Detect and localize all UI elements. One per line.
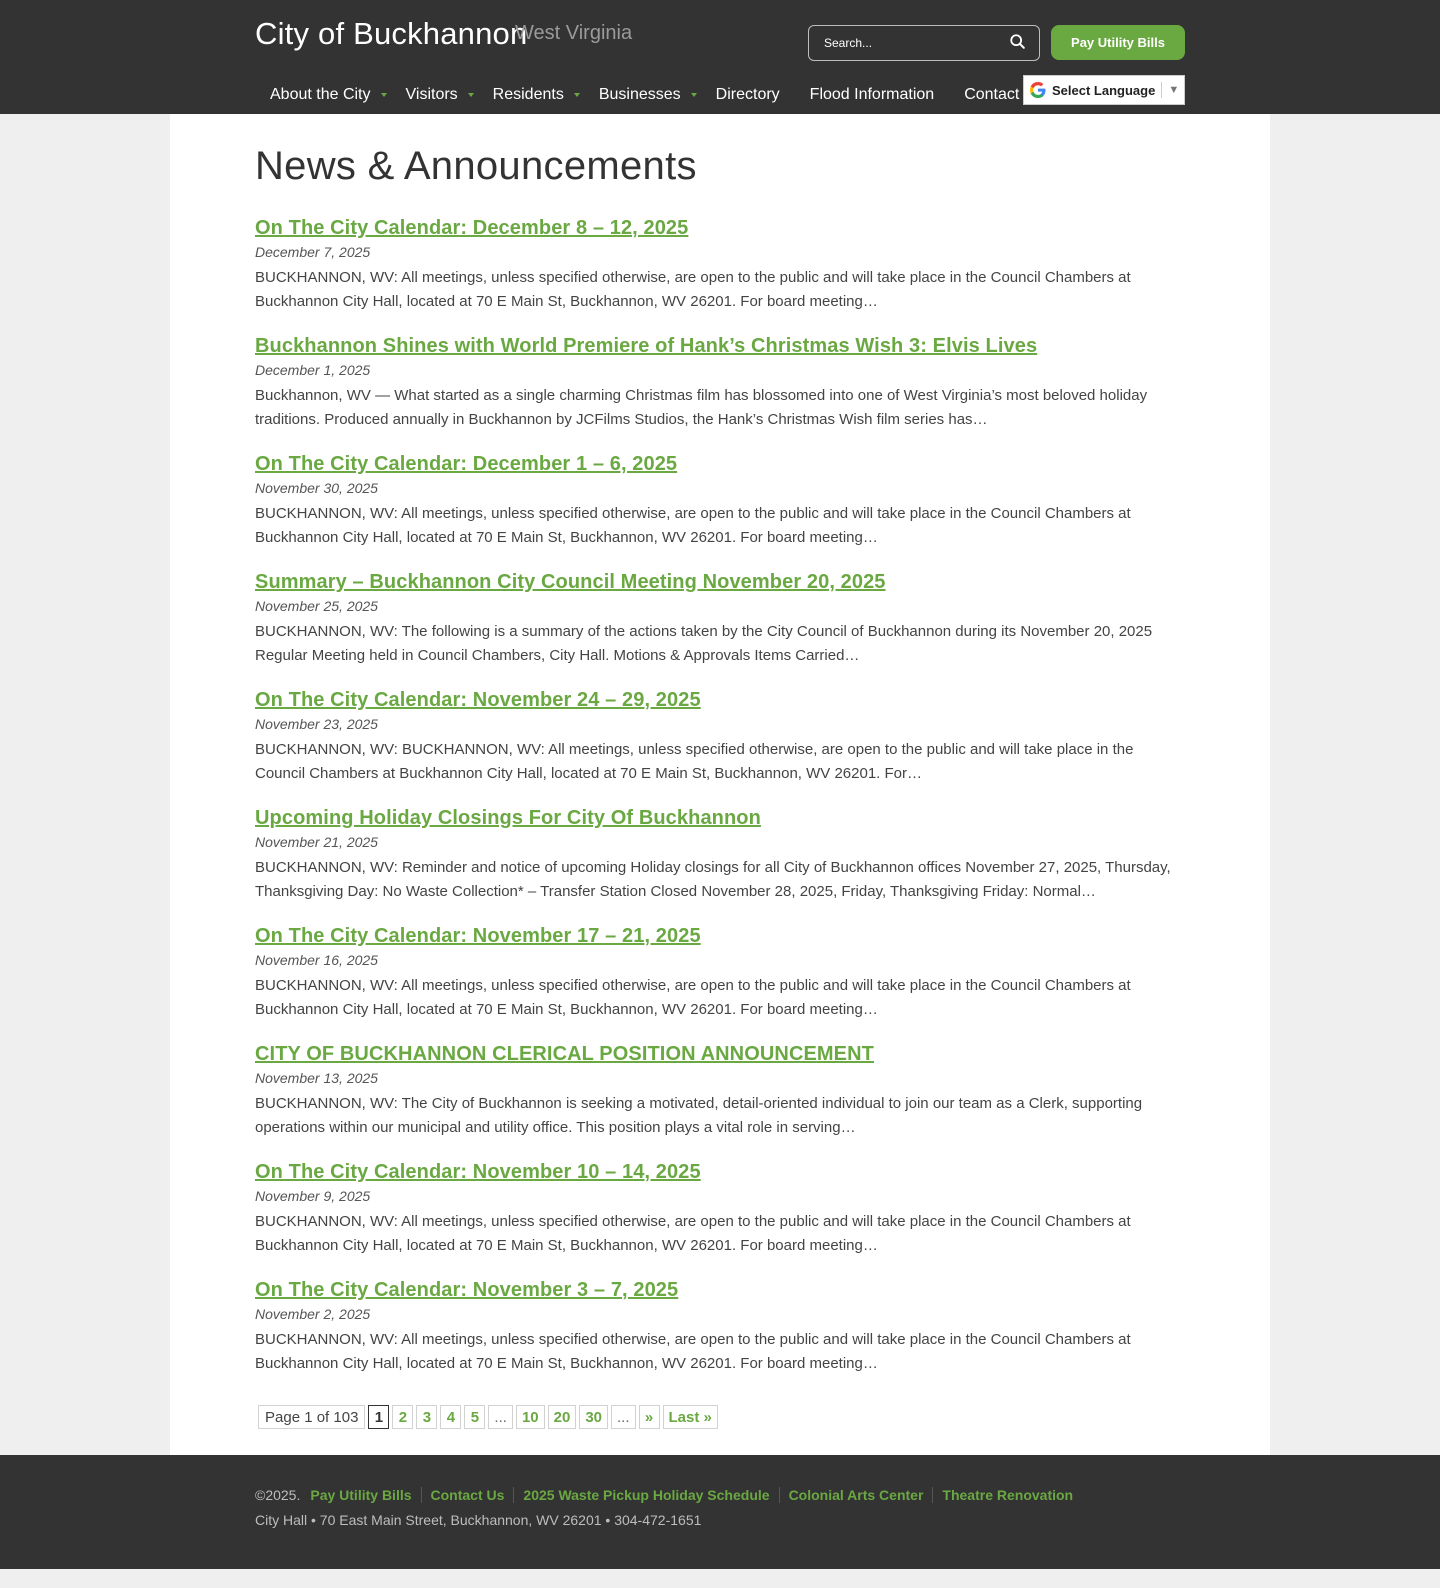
list-item: Summary – Buckhannon City Council Meetin…: [255, 571, 1185, 668]
post-title-link[interactable]: On The City Calendar: November 24 – 29, …: [255, 689, 701, 712]
pagination-ellipsis: ...: [488, 1405, 513, 1429]
copyright: ©2025.: [255, 1487, 301, 1503]
post-date: December 1, 2025: [255, 362, 371, 378]
chevron-down-icon: [467, 93, 474, 97]
post-title-link[interactable]: On The City Calendar: November 10 – 14, …: [255, 1161, 701, 1184]
chevron-down-icon: ▼: [1168, 84, 1180, 96]
site-title[interactable]: City of Buckhannon: [255, 16, 527, 52]
post-title-link[interactable]: On The City Calendar: December 8 – 12, 2…: [255, 217, 688, 240]
pay-utility-bills-button[interactable]: Pay Utility Bills: [1051, 25, 1185, 60]
footer-link-contact-us[interactable]: Contact Us: [420, 1487, 514, 1503]
footer-link-colonial-arts-center[interactable]: Colonial Arts Center: [778, 1487, 933, 1503]
nav-item-label: Flood Information: [809, 86, 935, 103]
post-excerpt: BUCKHANNON, WV: The following is a summa…: [255, 623, 1153, 664]
footer-link-pay-utility-bills[interactable]: Pay Utility Bills: [310, 1487, 420, 1503]
post-excerpt: BUCKHANNON, WV: BUCKHANNON, WV: All meet…: [255, 741, 1134, 782]
post-date: December 7, 2025: [255, 244, 371, 260]
pagination-current-page: 1: [368, 1405, 390, 1429]
list-item: On The City Calendar: November 24 – 29, …: [255, 689, 1185, 786]
search-icon[interactable]: [1009, 33, 1027, 51]
nav-item-visitors[interactable]: Visitors: [401, 80, 488, 106]
divider: [1161, 82, 1163, 98]
google-icon: [1030, 82, 1046, 98]
post-date: November 30, 2025: [255, 480, 378, 496]
pagination-last-button[interactable]: Last »: [662, 1405, 718, 1429]
post-date: November 21, 2025: [255, 834, 378, 850]
pagination-next-button[interactable]: »: [638, 1405, 660, 1429]
chevron-down-icon: [380, 93, 387, 97]
footer-link-waste-pickup-schedule[interactable]: 2025 Waste Pickup Holiday Schedule: [513, 1487, 778, 1503]
main-nav: About the City Visitors Residents Busine…: [255, 80, 1057, 114]
post-excerpt: BUCKHANNON, WV: All meetings, unless spe…: [255, 977, 1131, 1018]
list-item: On The City Calendar: November 3 – 7, 20…: [255, 1279, 1185, 1376]
pagination-ellipsis: ...: [611, 1405, 636, 1429]
header-inner: City of Buckhannon West Virginia Pay Uti…: [255, 0, 1185, 114]
post-excerpt: BUCKHANNON, WV: All meetings, unless spe…: [255, 269, 1131, 310]
post-title-link[interactable]: CITY OF BUCKHANNON CLERICAL POSITION ANN…: [255, 1043, 874, 1066]
search-box: [808, 25, 1040, 61]
pagination-page-10[interactable]: 10: [515, 1405, 545, 1429]
list-item: On The City Calendar: December 8 – 12, 2…: [255, 217, 1185, 314]
list-item: On The City Calendar: November 17 – 21, …: [255, 925, 1185, 1022]
language-selector[interactable]: Select Language ▼: [1023, 75, 1185, 105]
post-title-link[interactable]: On The City Calendar: December 1 – 6, 20…: [255, 453, 677, 476]
pagination-page-30[interactable]: 30: [579, 1405, 608, 1429]
list-item: On The City Calendar: November 10 – 14, …: [255, 1161, 1185, 1258]
nav-item-directory[interactable]: Directory: [711, 80, 794, 106]
post-date: November 23, 2025: [255, 716, 378, 732]
pagination-page-2[interactable]: 2: [392, 1405, 414, 1429]
list-item: On The City Calendar: December 1 – 6, 20…: [255, 453, 1185, 550]
nav-item-label: Directory: [715, 86, 780, 103]
post-excerpt: BUCKHANNON, WV: The City of Buckhannon i…: [255, 1095, 1143, 1136]
post-title-link[interactable]: Upcoming Holiday Closings For City Of Bu…: [255, 807, 761, 830]
page-title: News & Announcements: [255, 144, 697, 188]
list-item: CITY OF BUCKHANNON CLERICAL POSITION ANN…: [255, 1043, 1185, 1140]
search-input[interactable]: [809, 36, 999, 50]
nav-item-label: Businesses: [598, 86, 681, 103]
nav-item-flood-information[interactable]: Flood Information: [794, 80, 949, 106]
list-item: Buckhannon Shines with World Premiere of…: [255, 335, 1185, 432]
footer-address: City Hall • 70 East Main Street, Buckhan…: [255, 1512, 702, 1528]
pagination-page-5[interactable]: 5: [464, 1405, 486, 1429]
nav-item-businesses[interactable]: Businesses: [594, 80, 711, 106]
post-date: November 9, 2025: [255, 1188, 371, 1204]
post-excerpt: BUCKHANNON, WV: All meetings, unless spe…: [255, 1331, 1131, 1372]
chevron-down-icon: [690, 93, 697, 97]
nav-item-residents[interactable]: Residents: [488, 80, 594, 106]
post-excerpt: BUCKHANNON, WV: Reminder and notice of u…: [255, 859, 1171, 900]
site-footer: ©2025. Pay Utility Bills Contact Us 2025…: [0, 1455, 1440, 1569]
post-date: November 25, 2025: [255, 598, 378, 614]
post-date: November 2, 2025: [255, 1306, 371, 1322]
pagination-page-3[interactable]: 3: [416, 1405, 438, 1429]
pagination-info: Page 1 of 103: [258, 1405, 366, 1429]
nav-item-label: Residents: [492, 86, 564, 103]
pagination: Page 1 of 103 1 2 3 4 5 ... 10 20 30 ...…: [255, 1405, 1185, 1429]
main-content: News & Announcements On The City Calenda…: [170, 114, 1270, 1455]
post-date: November 16, 2025: [255, 952, 378, 968]
nav-item-label: Visitors: [405, 86, 458, 103]
post-date: November 13, 2025: [255, 1070, 378, 1086]
footer-links: ©2025. Pay Utility Bills Contact Us 2025…: [255, 1487, 1185, 1503]
chevron-down-icon: [573, 93, 580, 97]
pagination-page-4[interactable]: 4: [440, 1405, 462, 1429]
nav-item-label: About the City: [270, 86, 371, 103]
site-header: City of Buckhannon West Virginia Pay Uti…: [0, 0, 1440, 114]
nav-item-about[interactable]: About the City: [255, 80, 401, 106]
pagination-page-20[interactable]: 20: [547, 1405, 577, 1429]
list-item: Upcoming Holiday Closings For City Of Bu…: [255, 807, 1185, 904]
post-excerpt: BUCKHANNON, WV: All meetings, unless spe…: [255, 505, 1131, 546]
post-title-link[interactable]: On The City Calendar: November 3 – 7, 20…: [255, 1279, 678, 1302]
post-excerpt: Buckhannon, WV — What started as a singl…: [255, 387, 1148, 428]
post-title-link[interactable]: Buckhannon Shines with World Premiere of…: [255, 335, 1037, 358]
footer-inner: ©2025. Pay Utility Bills Contact Us 2025…: [255, 1487, 1185, 1528]
language-label: Select Language: [1052, 82, 1156, 98]
post-excerpt: BUCKHANNON, WV: All meetings, unless spe…: [255, 1213, 1131, 1254]
post-title-link[interactable]: On The City Calendar: November 17 – 21, …: [255, 925, 701, 948]
post-title-link[interactable]: Summary – Buckhannon City Council Meetin…: [255, 571, 886, 594]
footer-link-theatre-renovation[interactable]: Theatre Renovation: [932, 1487, 1082, 1503]
post-list: On The City Calendar: December 8 – 12, 2…: [255, 217, 1185, 1376]
site-subtitle: West Virginia: [515, 22, 633, 44]
